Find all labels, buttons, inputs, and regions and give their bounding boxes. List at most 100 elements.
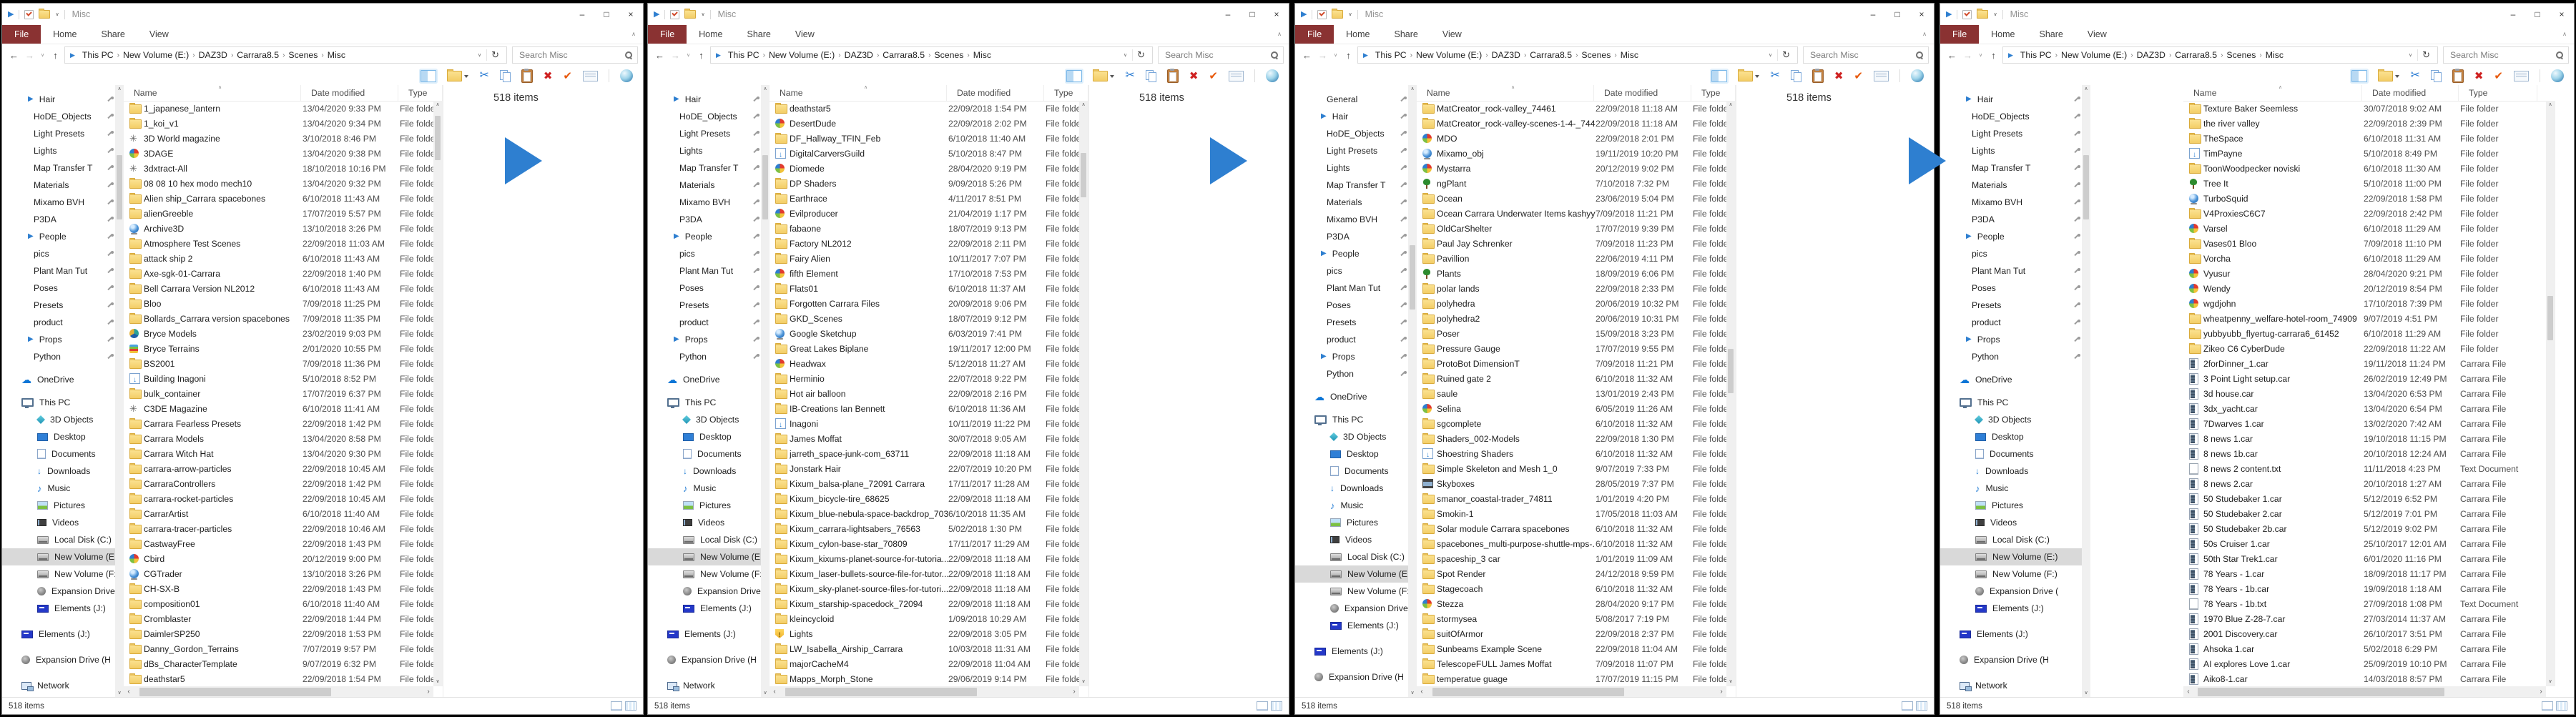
file-row[interactable]: James Moffat30/07/2018 9:05 AMFile folde… [770, 431, 1079, 446]
file-row[interactable]: MDO22/09/2018 2:01 PMFile folder [1417, 131, 1726, 146]
file-row[interactable]: DP Shaders9/09/2018 5:26 PMFile folder [770, 176, 1079, 191]
envelope-icon[interactable] [2514, 70, 2529, 81]
file-row[interactable]: Aiko8-1.car 14/03/2018 8:57 PM Carrara Fil… [2183, 671, 2546, 686]
sidebar-item-lights[interactable]: Lights [1940, 142, 2090, 159]
file-row[interactable]: Forgotten Carrara Files 20/09/2018 9:06 P… [770, 296, 1079, 311]
file-row[interactable]: Cromblaster22/09/2018 1:44 PMFile folder [124, 611, 433, 626]
tab-share[interactable]: Share [1382, 25, 1430, 44]
sidebar-item-3d-objects[interactable]: 3D Objects [1295, 428, 1417, 445]
sidebar-item-expansion-drive-h[interactable]: Expansion Drive (H [1940, 651, 2090, 668]
sidebar-item-elements-j-[interactable]: Elements (J:) [2, 625, 124, 643]
file-row[interactable]: MatCreator_rock-valley_74461 22/09/2018 1… [1417, 101, 1726, 116]
sidebar-item-general[interactable]: General [1295, 91, 1417, 108]
sidebar-item-elements-j-[interactable]: Elements (J:) [1295, 643, 1417, 660]
file-row[interactable]: Paul Jay Schrenker 7/09/2018 11:23 PM File… [1417, 236, 1726, 251]
search-icon[interactable] [623, 49, 634, 61]
file-row[interactable]: Kixum_bicycle-tire_68625 22/09/2018 11:18… [770, 491, 1079, 506]
file-row[interactable]: Headwax5/12/2018 11:27 AMFile folder [770, 356, 1079, 371]
up-button[interactable]: ↑ [1987, 51, 2000, 60]
sidebar-item-product[interactable]: product [648, 314, 770, 331]
sidebar-item-desktop[interactable]: Desktop [1295, 445, 1417, 463]
sidebar-item-lights[interactable]: Lights [1295, 159, 1417, 177]
folder-icon[interactable] [1977, 9, 1989, 19]
sidebar-item-new-volume-e-[interactable]: New Volume (E:) [1940, 548, 2090, 565]
close-button[interactable]: × [1909, 4, 1934, 25]
file-row[interactable]: Fairy Alien10/11/2017 7:07 PMFile folder [770, 251, 1079, 266]
file-row[interactable]: Stagecoach6/10/2018 11:32 AMFile folder [1417, 581, 1726, 596]
scroll-left-icon[interactable]: ‹ [1417, 686, 1427, 698]
breadcrumb-segment[interactable]: Carrara8.5 [1526, 50, 1575, 60]
breadcrumb-segment[interactable]: Misc [970, 50, 995, 60]
sidebar-item-expansion-drive-h[interactable]: Expansion Drive (H [1295, 668, 1417, 686]
sidebar-item-product[interactable]: product [1295, 331, 1417, 348]
file-row[interactable]: Bell Carrara Version NL2012 6/10/2018 11:… [124, 281, 433, 296]
sidebar-item-props[interactable]: ▶ Props [648, 331, 770, 348]
scroll-down-icon[interactable]: ∨ [433, 678, 442, 686]
file-row[interactable]: sgcomplete6/10/2018 11:32 AMFile folder [1417, 416, 1726, 431]
file-row[interactable]: saule13/01/2019 2:43 PMFile folder [1417, 386, 1726, 401]
sidebar-item-people[interactable]: ▶ People [648, 228, 770, 245]
sidebar-item-onedrive[interactable]: ☁ OneDrive [1295, 388, 1417, 405]
scroll-right-icon[interactable]: › [1716, 686, 1726, 698]
file-row[interactable]: bulk_container 17/07/2019 6:37 PM File fol… [124, 386, 433, 401]
file-row[interactable]: Cbird20/12/2019 9:00 PMFile folder [124, 551, 433, 566]
sidebar-item-poses[interactable]: Poses [648, 280, 770, 297]
file-row[interactable]: Wendy 20/12/2019 8:54 PM File folder [2183, 281, 2546, 296]
sidebar-item-downloads[interactable]: ↓ Downloads [1940, 463, 2090, 480]
list-vertical-scrollbar[interactable]: ∧ ∨ [2546, 101, 2555, 686]
folder-icon[interactable] [39, 9, 51, 19]
sidebar-item-videos[interactable]: Videos [2, 514, 124, 531]
sidebar-scrollbar[interactable]: ∧ ∨ [2082, 85, 2090, 698]
sidebar-item-hode-objects[interactable]: HoDE_Objects [648, 108, 770, 125]
sidebar-item-lights[interactable]: Lights [648, 142, 770, 159]
recent-locations-icon[interactable]: ∨ [1977, 53, 1985, 58]
sidebar-item-new-volume-f-[interactable]: New Volume (F:) [2, 565, 124, 583]
sidebar-item-3d-objects[interactable]: 3D Objects [2, 411, 124, 428]
preview-pane-icon[interactable] [421, 69, 437, 82]
scroll-down-icon[interactable]: ∨ [1079, 678, 1088, 686]
file-row[interactable]: IB-Creations Ian Bennett 6/10/2018 11:36 … [770, 401, 1079, 416]
select-checkmark-icon[interactable]: ✔ [2494, 71, 2503, 81]
address-dropdown-icon[interactable]: ∨ [1119, 52, 1132, 58]
breadcrumb-segment[interactable]: DAZ3D [841, 50, 877, 60]
file-row[interactable]: LW_Isabella_Airship_Carrara 10/03/2018 11… [770, 641, 1079, 656]
sidebar-item-light-presets[interactable]: Light Presets [1295, 142, 1417, 159]
file-row[interactable]: CGTrader13/10/2018 3:26 PMFile folder [124, 566, 433, 581]
chevron-down-icon[interactable]: ∨ [1348, 11, 1352, 17]
tab-home[interactable]: Home [1979, 25, 2027, 44]
sidebar-item-this-pc[interactable]: This PC [1295, 411, 1417, 428]
file-row[interactable]: Evilproducer21/04/2019 1:17 PMFile folde… [770, 206, 1079, 221]
breadcrumb-segment[interactable]: Scenes [2223, 50, 2259, 60]
sidebar-item-videos[interactable]: Videos [648, 514, 770, 531]
back-button[interactable]: ← [653, 51, 667, 60]
tab-home[interactable]: Home [687, 25, 734, 44]
minimize-button[interactable]: – [1861, 4, 1885, 25]
tab-file[interactable]: File [648, 25, 687, 44]
select-checkmark-icon[interactable]: ✔ [1854, 71, 1863, 81]
sidebar-item-poses[interactable]: Poses [1295, 297, 1417, 314]
sidebar-item-props[interactable]: ▶ Props [2, 331, 124, 348]
file-row[interactable]: TheSpace 6/10/2018 11:31 AM File folder [2183, 131, 2546, 146]
envelope-icon[interactable] [1874, 70, 1889, 81]
copy-icon[interactable] [1790, 70, 1801, 82]
column-header-date-modified[interactable]: Date modified [1594, 85, 1691, 101]
sidebar-item-product[interactable]: product [2, 314, 124, 331]
sidebar-scrollbar[interactable]: ∧ ∨ [115, 85, 124, 698]
scrollbar-thumb[interactable] [762, 155, 768, 219]
checkbox-icon[interactable] [670, 9, 680, 19]
scrollbar-thumb[interactable] [1410, 245, 1415, 310]
sidebar-item-onedrive[interactable]: ☁ OneDrive [2, 371, 124, 388]
sidebar-item-light-presets[interactable]: Light Presets [1940, 125, 2090, 142]
scroll-up-icon[interactable]: ∧ [761, 85, 770, 94]
file-row[interactable]: spaceship_3 car 1/01/2019 11:09 AM File fo… [1417, 551, 1726, 566]
file-row[interactable]: BS20017/09/2018 11:36 PMFile folder [124, 356, 433, 371]
recent-locations-icon[interactable]: ∨ [1332, 53, 1339, 58]
back-button[interactable]: ← [1300, 51, 1314, 60]
file-row[interactable]: 2forDinner_1.car 19/11/2018 11:24 PM Carra… [2183, 356, 2546, 371]
ribbon-expand-icon[interactable]: ∧ [2562, 31, 2567, 37]
file-row[interactable]: stormysea5/08/2017 7:19 PMFile folder [1417, 611, 1726, 626]
file-row[interactable]: carrara-tracer-particles 22/09/2018 10:46… [124, 521, 433, 536]
maximize-button[interactable]: □ [2525, 4, 2550, 25]
file-row[interactable]: alienGreeble17/07/2019 5:57 PMFile folde… [124, 206, 433, 221]
file-row[interactable]: Plants18/09/2019 6:06 PMFile folder [1417, 266, 1726, 281]
